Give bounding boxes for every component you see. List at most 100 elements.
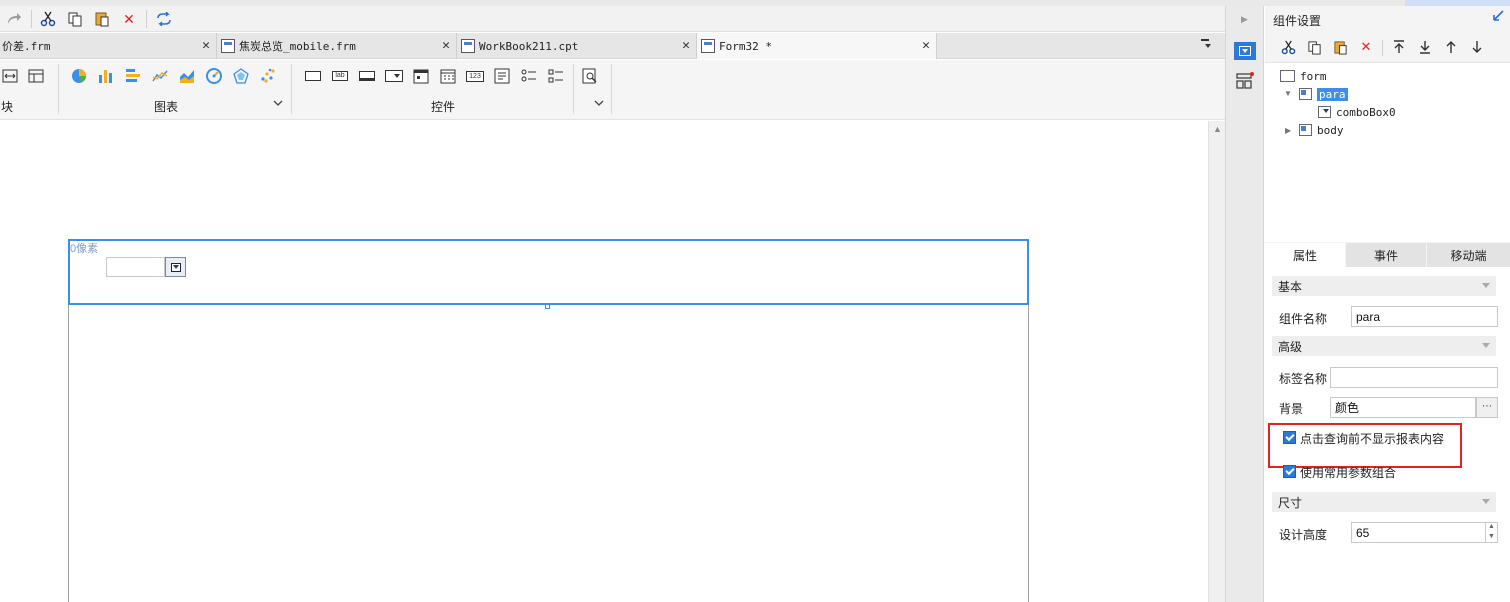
- cut-icon[interactable]: [38, 9, 58, 29]
- parameter-panel-icon: [1299, 88, 1312, 100]
- spinner-up-icon[interactable]: ▲: [1486, 522, 1497, 532]
- combobox-dropdown-button[interactable]: [165, 257, 186, 277]
- move-to-bottom-icon[interactable]: [1416, 38, 1434, 56]
- radar-chart-icon[interactable]: [232, 68, 250, 84]
- paste-icon[interactable]: [1331, 38, 1349, 56]
- widget-name-field[interactable]: para: [1351, 306, 1498, 327]
- tab-mobile[interactable]: 移动端: [1427, 243, 1510, 267]
- tab-form32[interactable]: Form32 * ✕: [697, 33, 937, 59]
- body-icon: [1299, 124, 1312, 136]
- checkbox-group-widget-icon[interactable]: [547, 68, 565, 84]
- expand-arrow-icon[interactable]: ▶: [1241, 14, 1248, 25]
- chevron-down-icon[interactable]: [594, 98, 604, 110]
- section-title: 基本: [1278, 279, 1303, 294]
- section-basic[interactable]: 基本: [1272, 276, 1496, 296]
- body-container[interactable]: [68, 305, 1029, 602]
- form-icon: [1280, 70, 1295, 82]
- form-file-icon: [221, 39, 235, 53]
- cut-icon[interactable]: [1279, 38, 1297, 56]
- chevron-down-icon: [1482, 343, 1490, 348]
- scatter-chart-icon[interactable]: [259, 68, 277, 84]
- background-field[interactable]: 颜色: [1330, 397, 1476, 418]
- ribbon-separator: [58, 64, 59, 114]
- close-icon[interactable]: ✕: [682, 38, 690, 53]
- bar-chart-icon[interactable]: [97, 68, 115, 84]
- tree-node-label: comboBox0: [1336, 105, 1396, 119]
- tab-coke-overview[interactable]: 焦炭总览_mobile.frm ✕: [217, 33, 457, 59]
- gauge-chart-icon[interactable]: [205, 68, 223, 84]
- tree-node-combobox[interactable]: comboBox0: [1318, 104, 1396, 120]
- widget-settings-icon[interactable]: [1234, 42, 1256, 60]
- date-widget-icon[interactable]: [412, 68, 430, 84]
- control-group-label: 控件: [431, 100, 456, 114]
- chevron-down-icon[interactable]: [273, 98, 283, 110]
- close-icon[interactable]: ✕: [202, 38, 210, 53]
- tree-node-label: form: [1300, 69, 1327, 83]
- horizontal-bar-chart-icon[interactable]: [124, 68, 142, 84]
- copy-icon[interactable]: [65, 9, 85, 29]
- ribbon-separator: [573, 64, 574, 114]
- copy-icon[interactable]: [1305, 38, 1323, 56]
- tab-price-diff[interactable]: 价差.frm ✕: [0, 33, 217, 59]
- search-widget-icon[interactable]: [581, 68, 599, 84]
- tab-workbook211[interactable]: WorkBook211.cpt ✕: [457, 33, 697, 59]
- pie-chart-icon[interactable]: [70, 68, 88, 84]
- use-common-params-checkbox[interactable]: [1283, 465, 1296, 478]
- pin-icon[interactable]: [1492, 10, 1504, 25]
- ribbon-separator: [611, 64, 612, 114]
- scroll-up-icon[interactable]: ▲: [1213, 124, 1222, 134]
- line-chart-icon[interactable]: [151, 68, 169, 84]
- more-options-icon[interactable]: ⋯: [1476, 397, 1498, 418]
- button-widget-icon[interactable]: [304, 68, 322, 84]
- tree-node-para[interactable]: para: [1299, 86, 1348, 102]
- panel-title: 组件设置: [1273, 14, 1322, 28]
- collapse-arrow-icon[interactable]: ▼: [1284, 89, 1292, 98]
- paste-icon[interactable]: [92, 9, 112, 29]
- section-size[interactable]: 尺寸: [1272, 492, 1496, 512]
- canvas-vertical-scrollbar[interactable]: ▲: [1208, 121, 1225, 602]
- tree-node-label: body: [1317, 123, 1344, 137]
- combobox-widget-icon[interactable]: [385, 68, 403, 84]
- design-height-field[interactable]: 65: [1351, 522, 1498, 543]
- label-name-label: 标签名称: [1279, 372, 1328, 386]
- label-widget-icon[interactable]: lab: [331, 68, 349, 84]
- area-chart-icon[interactable]: [178, 68, 196, 84]
- chevron-down-icon: [1482, 283, 1490, 288]
- label-name-field[interactable]: [1330, 367, 1498, 388]
- close-icon[interactable]: ✕: [922, 38, 930, 53]
- design-height-label: 设计高度: [1279, 528, 1328, 542]
- section-title: 尺寸: [1278, 495, 1303, 510]
- combobox-input[interactable]: [106, 257, 165, 277]
- move-up-icon[interactable]: [1442, 38, 1460, 56]
- calendar-widget-icon[interactable]: [439, 68, 457, 84]
- parameter-panel[interactable]: [68, 239, 1029, 305]
- section-advanced[interactable]: 高级: [1272, 336, 1496, 356]
- side-tool-strip: ▶: [1225, 6, 1264, 602]
- tab-list-menu-icon[interactable]: [1201, 38, 1213, 53]
- redo-icon[interactable]: [4, 9, 24, 29]
- expand-arrow-icon[interactable]: ▶: [1285, 126, 1291, 135]
- spinner-down-icon[interactable]: ▼: [1486, 532, 1497, 542]
- grid-layout-icon[interactable]: [27, 68, 45, 84]
- delete-icon[interactable]: ✕: [1357, 38, 1375, 56]
- radio-group-widget-icon[interactable]: [520, 68, 538, 84]
- close-icon[interactable]: ✕: [442, 38, 450, 53]
- hide-before-query-checkbox[interactable]: [1283, 431, 1296, 444]
- move-to-top-icon[interactable]: [1390, 38, 1408, 56]
- chart-group-label: 图表: [154, 100, 179, 114]
- tab-properties[interactable]: 属性: [1265, 243, 1345, 267]
- horizontal-split-icon[interactable]: [1, 68, 19, 84]
- refresh-icon[interactable]: [154, 9, 174, 29]
- resize-handle[interactable]: [545, 304, 550, 309]
- use-common-params-label: 使用常用参数组合: [1300, 466, 1397, 480]
- tree-node-body[interactable]: body: [1299, 122, 1344, 138]
- design-height-spinner[interactable]: ▲ ▼: [1485, 522, 1497, 543]
- tab-events[interactable]: 事件: [1346, 243, 1426, 267]
- number-widget-icon[interactable]: 123: [466, 68, 484, 84]
- layout-icon[interactable]: [1236, 72, 1254, 93]
- text-field-widget-icon[interactable]: [358, 68, 376, 84]
- move-down-icon[interactable]: [1468, 38, 1486, 56]
- delete-icon[interactable]: ✕: [119, 9, 139, 29]
- tree-node-form[interactable]: form: [1280, 68, 1327, 84]
- text-area-widget-icon[interactable]: [493, 68, 511, 84]
